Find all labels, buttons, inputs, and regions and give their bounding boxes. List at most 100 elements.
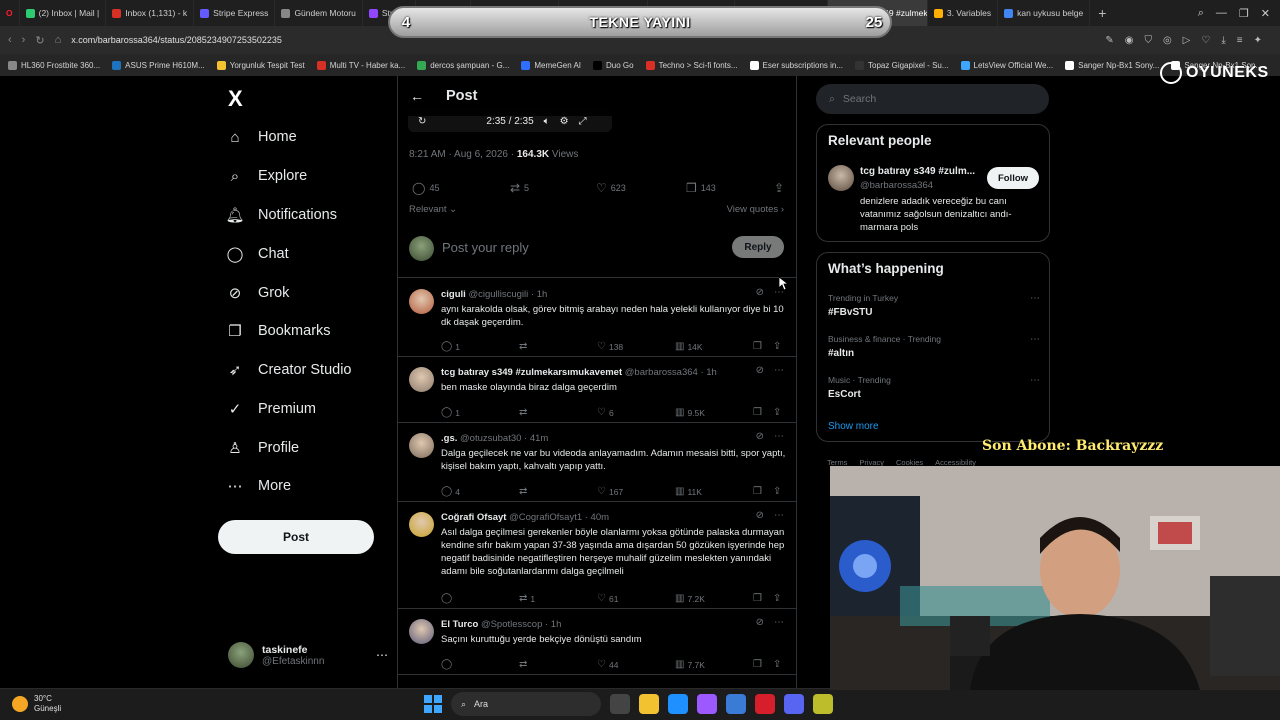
like-button[interactable]: ♡ 138 [597,341,675,352]
author-name[interactable]: .gs. [441,433,457,444]
browser-tab[interactable]: Inbox (1,131) - k [106,0,195,26]
edge-icon[interactable] [668,694,688,714]
bookmark-button[interactable]: ❒ [753,407,773,418]
bookmark-item[interactable]: LetsView Official We... [960,60,1053,70]
reply-tweet[interactable]: Coğrafi Ofsayt @CografiOfsayt1 · 40m ⊘ ⋯ As… [398,502,796,609]
x-logo-icon[interactable]: X [228,86,243,112]
more-dots-icon[interactable]: ⋯ [1030,293,1040,304]
fullscreen-icon[interactable]: ⤢ [579,116,587,127]
nav-item-grok[interactable]: ⊘ Grok [226,284,290,302]
new-tab-icon[interactable]: + [1090,5,1114,21]
more-dots-icon[interactable]: ⋯ [376,648,388,662]
bookmark-button[interactable]: ❒ [753,593,773,604]
like-button[interactable]: ♡ 44 [597,659,675,670]
bookmark-item[interactable]: Yorgunluk Tespit Test [216,60,305,70]
camera-icon[interactable]: ◉ [1125,35,1134,46]
bookmark-item[interactable]: MemeGen AI [521,60,581,70]
reply-button[interactable]: ◯ 1 [441,407,519,418]
repost-button[interactable]: ⇄ [519,659,597,670]
reply-button[interactable]: ◯ [441,593,519,604]
bookmark-item[interactable]: Topaz Gigapixel - Su... [855,60,949,70]
reply-button[interactable]: ◯ 4 [441,486,519,497]
grok-icon[interactable]: ⊘ [756,431,764,442]
avatar[interactable] [409,433,434,458]
nav-item-notifications[interactable]: 🔔︎ Notifications [225,206,337,224]
repost-button[interactable]: ⇄ [519,341,597,352]
bookmark-item[interactable]: Duo Go [593,60,634,70]
person-name[interactable]: tcg batıray s349 #zulm... [860,166,980,177]
maximize-icon[interactable]: ❐ [1239,7,1249,20]
ai-icon[interactable]: ✦ [1254,35,1262,46]
bookmark-button[interactable]: ❒ [753,341,773,352]
author-name[interactable]: El Turco [441,619,478,630]
browser-tab[interactable]: (2) Inbox | Mail | [20,0,107,26]
nav-item-home[interactable]: ⌂ Home [226,128,296,146]
nav-item-profile[interactable]: ♙ Profile [226,439,299,457]
back-arrow-icon[interactable]: ← [410,88,424,104]
reply-input[interactable]: Post your reply [442,240,529,255]
more-dots-icon[interactable]: ⋯ [774,431,784,442]
forward-icon[interactable]: › [22,34,26,46]
vpn-icon[interactable]: ◎ [1163,35,1172,46]
like-button[interactable]: ♡ 167 [597,486,675,497]
author-name[interactable]: tcg batıray s349 #zulmekarsımukavemet [441,367,622,378]
trend-item[interactable]: Business & finance · Trending #altın ⋯ [828,334,1040,359]
reload-icon[interactable]: ↻ [35,34,44,47]
more-dots-icon[interactable]: ⋯ [774,510,784,521]
bookmark-item[interactable]: Techno > Sci-fi fonts... [645,60,738,70]
reply-button[interactable]: ◯ 1 [441,341,519,352]
reply-tweet[interactable]: El Turco @Spotlesscop · 1h ⊘ ⋯ Saçını kurut… [398,609,796,675]
bookmark-item[interactable]: dercos şampuan - G... [417,60,509,70]
bookmark-button[interactable]: ❒ [753,659,773,670]
nav-item-creator-studio[interactable]: ➶ Creator Studio [226,361,352,379]
trend-item[interactable]: Music · Trending EsCort ⋯ [828,375,1040,400]
view-quotes-link[interactable]: View quotes › [727,204,784,215]
edit-icon[interactable]: ✎ [1105,35,1113,46]
reply-button[interactable]: ◯ [441,659,519,670]
taskbar-search[interactable]: ⌕ Ara [451,692,601,716]
follow-button[interactable]: Follow [987,167,1039,189]
nav-item-bookmarks[interactable]: ❐ Bookmarks [226,322,330,340]
replay-icon[interactable]: ↻ [418,116,426,127]
browser-tab[interactable]: 3. Variables [928,0,999,26]
repost-button[interactable]: ⇄ 1 [519,593,597,604]
repost-button[interactable]: ⇄ [519,407,597,418]
app-icon[interactable] [813,694,833,714]
trend-item[interactable]: Trending in Turkey #FBvSTU ⋯ [828,293,1040,318]
bookmark-item[interactable]: Eser subscriptions in... [749,60,843,70]
nav-item-more[interactable]: ⋯ More [226,477,292,495]
views-button[interactable]: ▥ 7.2K [675,593,753,604]
minimize-icon[interactable]: — [1216,7,1227,19]
nav-item-premium[interactable]: ✓ Premium [226,400,316,418]
shield-icon[interactable]: ⛉ [1144,35,1152,46]
search-tabs-icon[interactable]: ⌕ [1198,7,1204,20]
avatar[interactable] [409,289,434,314]
more-dots-icon[interactable]: ⋯ [1030,375,1040,386]
menu-icon[interactable]: ≡ [1237,35,1243,46]
browser-tab[interactable]: Gündem Motoru [275,0,363,26]
volume-icon[interactable]: 🔈︎ [544,116,550,127]
grok-icon[interactable]: ⊘ [756,365,764,376]
file-explorer-icon[interactable] [639,694,659,714]
app-icon[interactable] [726,694,746,714]
avatar[interactable] [828,165,854,191]
close-icon[interactable]: ✕ [1261,7,1270,20]
nav-item-explore[interactable]: ⌕ Explore [226,167,307,185]
play-icon[interactable]: ▷ [1183,35,1191,46]
share-button[interactable]: ⇪ [773,407,781,418]
views-button[interactable]: ▥ 9.5K [675,407,753,418]
share-button[interactable]: ⇪ [773,593,781,604]
more-dots-icon[interactable]: ⋯ [1030,334,1040,345]
avatar[interactable] [409,619,434,644]
bookmark-item[interactable]: Sanger Np-Bx1 Sony... [1065,60,1159,70]
settings-gear-icon[interactable]: ⚙ [560,116,569,127]
task-view-icon[interactable] [610,694,630,714]
weather-widget[interactable]: 30°C Güneşli [12,694,61,714]
bookmark-item[interactable]: HL360 Frostbite 360... [8,60,100,70]
download-icon[interactable]: ⤓ [1221,35,1225,46]
post-button[interactable]: Post [218,520,374,554]
show-more-link[interactable]: Show more [828,421,879,432]
views-button[interactable]: ▥ 14K [675,341,753,352]
like-button[interactable]: ♡ 61 [597,593,675,604]
grok-icon[interactable]: ⊘ [756,510,764,521]
